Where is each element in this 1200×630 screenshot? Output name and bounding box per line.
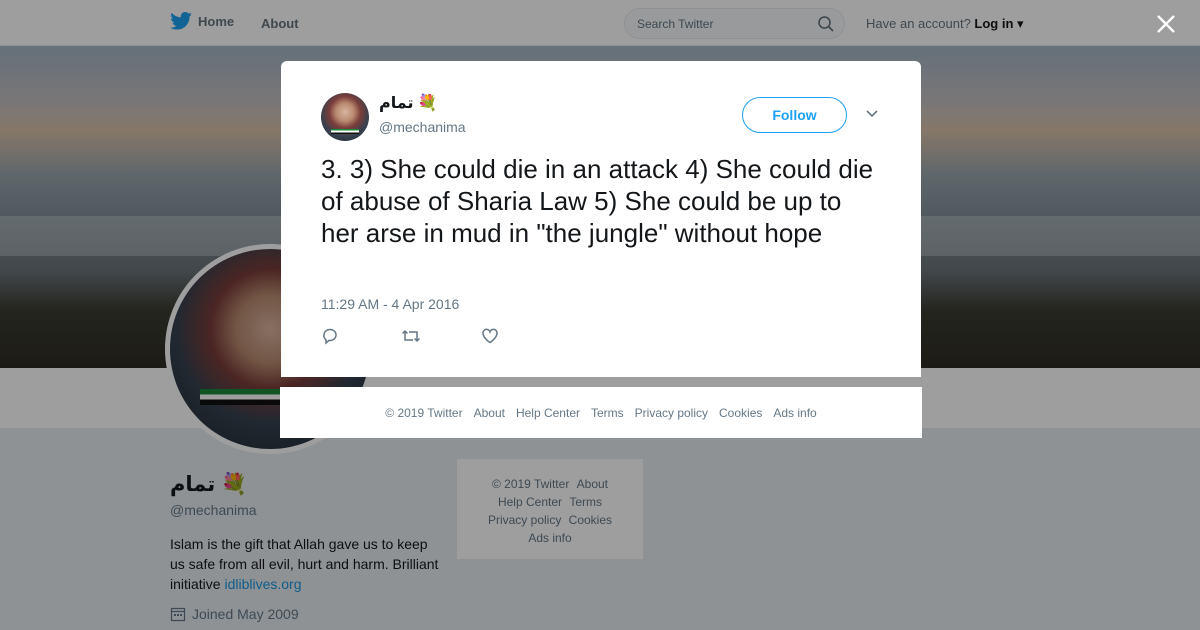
modal-footer-help-link[interactable]: Help Center [516, 406, 580, 420]
tweet-text: 3. 3) She could die in an attack 4) She … [321, 154, 874, 248]
flag-graphic [330, 129, 360, 135]
tweet-author-avatar[interactable] [321, 93, 369, 141]
tweet-modal: تمام 💐 @mechanima Follow 3. 3) She could… [281, 61, 921, 377]
close-icon[interactable] [1155, 13, 1177, 35]
modal-footer: © 2019 Twitter About Help Center Terms P… [280, 387, 922, 438]
bouquet-emoji-icon: 💐 [417, 95, 438, 112]
modal-footer-terms-link[interactable]: Terms [591, 406, 624, 420]
reply-icon[interactable] [321, 327, 341, 347]
modal-footer-cookies-link[interactable]: Cookies [719, 406, 762, 420]
modal-footer-privacy-link[interactable]: Privacy policy [635, 406, 708, 420]
tweet-author-name[interactable]: تمام 💐 [379, 93, 437, 113]
follow-button[interactable]: Follow [742, 97, 847, 133]
tweet-timestamp[interactable]: 11:29 AM - 4 Apr 2016 [321, 296, 459, 312]
modal-footer-copyright: © 2019 Twitter [385, 405, 463, 420]
modal-footer-ads-link[interactable]: Ads info [773, 406, 816, 420]
chevron-down-icon[interactable] [865, 107, 879, 121]
modal-footer-about-link[interactable]: About [474, 406, 505, 420]
tweet-author-name-text: تمام [379, 95, 414, 112]
tweet-author-handle[interactable]: @mechanima [379, 119, 466, 135]
retweet-icon[interactable] [401, 327, 421, 347]
heart-icon[interactable] [481, 327, 501, 347]
tweet-actions [321, 327, 501, 347]
